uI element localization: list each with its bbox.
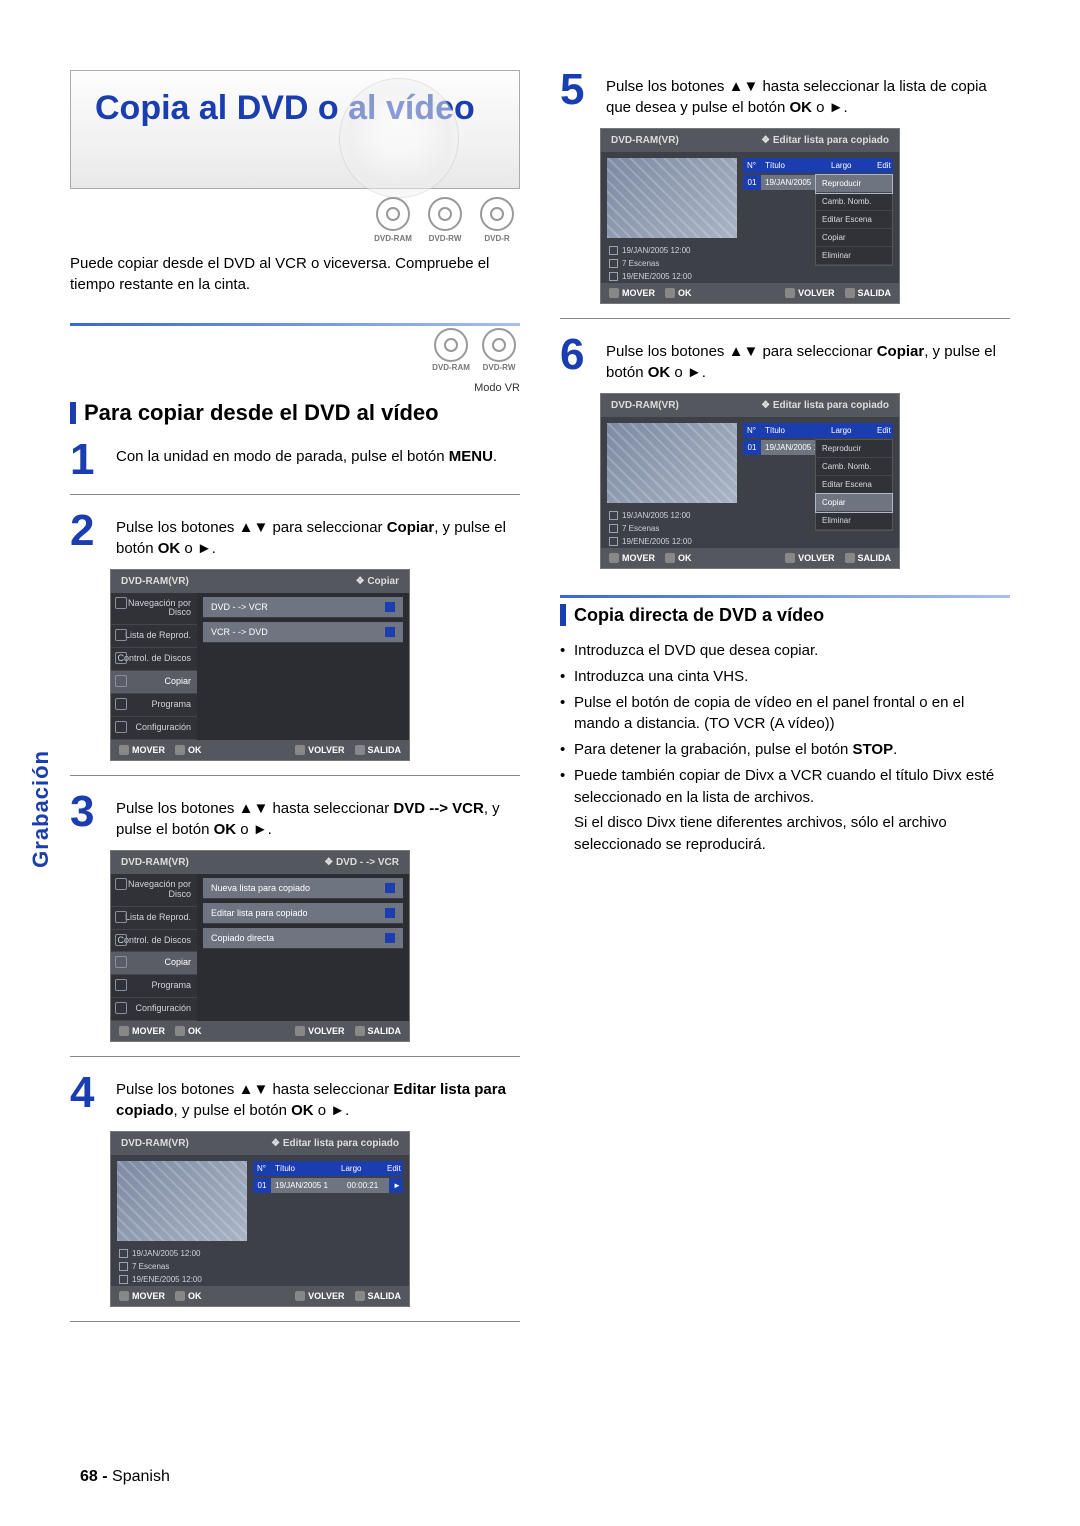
step-1: 1 Con la unidad en modo de parada, pulse… [70,440,520,480]
step-4: 4 Pulse los botones hasta seleccionar Ed… [70,1073,520,1121]
title-banner: Copia al DVD o al vídeo [70,70,520,189]
menu-item: Control. de Discos [111,648,197,671]
disc-r-icon: DVD-R [474,197,520,243]
osd-step6: DVD-RAM(VR)Editar lista para copiado N°T… [600,393,900,569]
disc-rw-icon: DVD-RW [478,330,520,372]
menu-item: Configuración [111,717,197,740]
submenu-item: VCR - -> DVD [203,622,403,643]
osd-step5: DVD-RAM(VR)Editar lista para copiado N°T… [600,128,900,304]
list-item: Introduzca una cinta VHS. [560,666,1010,688]
disc-ram-icon: DVD-RAM [430,330,472,372]
section-heading-1: Para copiar desde el DVD al vídeo [70,400,520,426]
divider [70,323,520,326]
bullet-list: Introduzca el DVD que desea copiar. Intr… [560,640,1010,808]
side-tab: Grabación [28,750,54,868]
submenu-item: DVD - -> VCR [203,597,403,618]
context-menu: Reproducir Camb. Nomb. Editar Escena Cop… [815,439,893,531]
list-item: Introduzca el DVD que desea copiar. [560,640,1010,662]
section-heading-2: Copia directa de DVD a vídeo [560,604,1010,626]
disc-badge-row-2: DVD-RAM DVD-RW [70,330,520,372]
osd-edit-list: DVD-RAM(VR)Editar lista para copiado N°T… [110,1131,410,1307]
menu-item: Lista de Reprod. [111,625,197,648]
intro-text: Puede copiar desde el DVD al VCR o vicev… [70,253,520,295]
osd-menu-dvd-vcr: DVD-RAM(VR)DVD - -> VCR Navegación por D… [110,850,410,1042]
step-5: 5 Pulse los botones hasta seleccionar la… [560,70,1010,118]
menu-item: Programa [111,694,197,717]
menu-item: Navegación por Disco [111,593,197,626]
step-3: 3 Pulse los botones hasta seleccionar DV… [70,792,520,840]
disc-badge-row: DVD-RAM DVD-RW DVD-R [70,197,520,243]
disc-rw-icon: DVD-RW [422,197,468,243]
disc-art [339,78,459,198]
list-item: Puede también copiar de Divx a VCR cuand… [560,765,1010,809]
list-item: Pulse el botón de copia de vídeo en el p… [560,692,1010,736]
preview-thumb [117,1161,247,1241]
menu-item-selected: Copiar [111,671,197,694]
step-2: 2 Pulse los botones para seleccionar Cop… [70,511,520,559]
page-footer: 68 - Spanish [80,1468,170,1486]
table-row: 01 19/JAN/2005 1 00:00:21 ► [253,1178,403,1193]
disc-ram-icon: DVD-RAM [370,197,416,243]
list-item: Para detener la grabación, pulse el botó… [560,739,1010,761]
step-6: 6 Pulse los botones para seleccionar Cop… [560,335,1010,383]
osd-menu-copiar: DVD-RAM(VR)Copiar Navegación por Disco L… [110,569,410,761]
context-menu: Reproducir Camb. Nomb. Editar Escena Cop… [815,174,893,266]
mode-label: Modo VR [70,382,520,394]
note-text: Si el disco Divx tiene diferentes archiv… [574,812,1010,856]
